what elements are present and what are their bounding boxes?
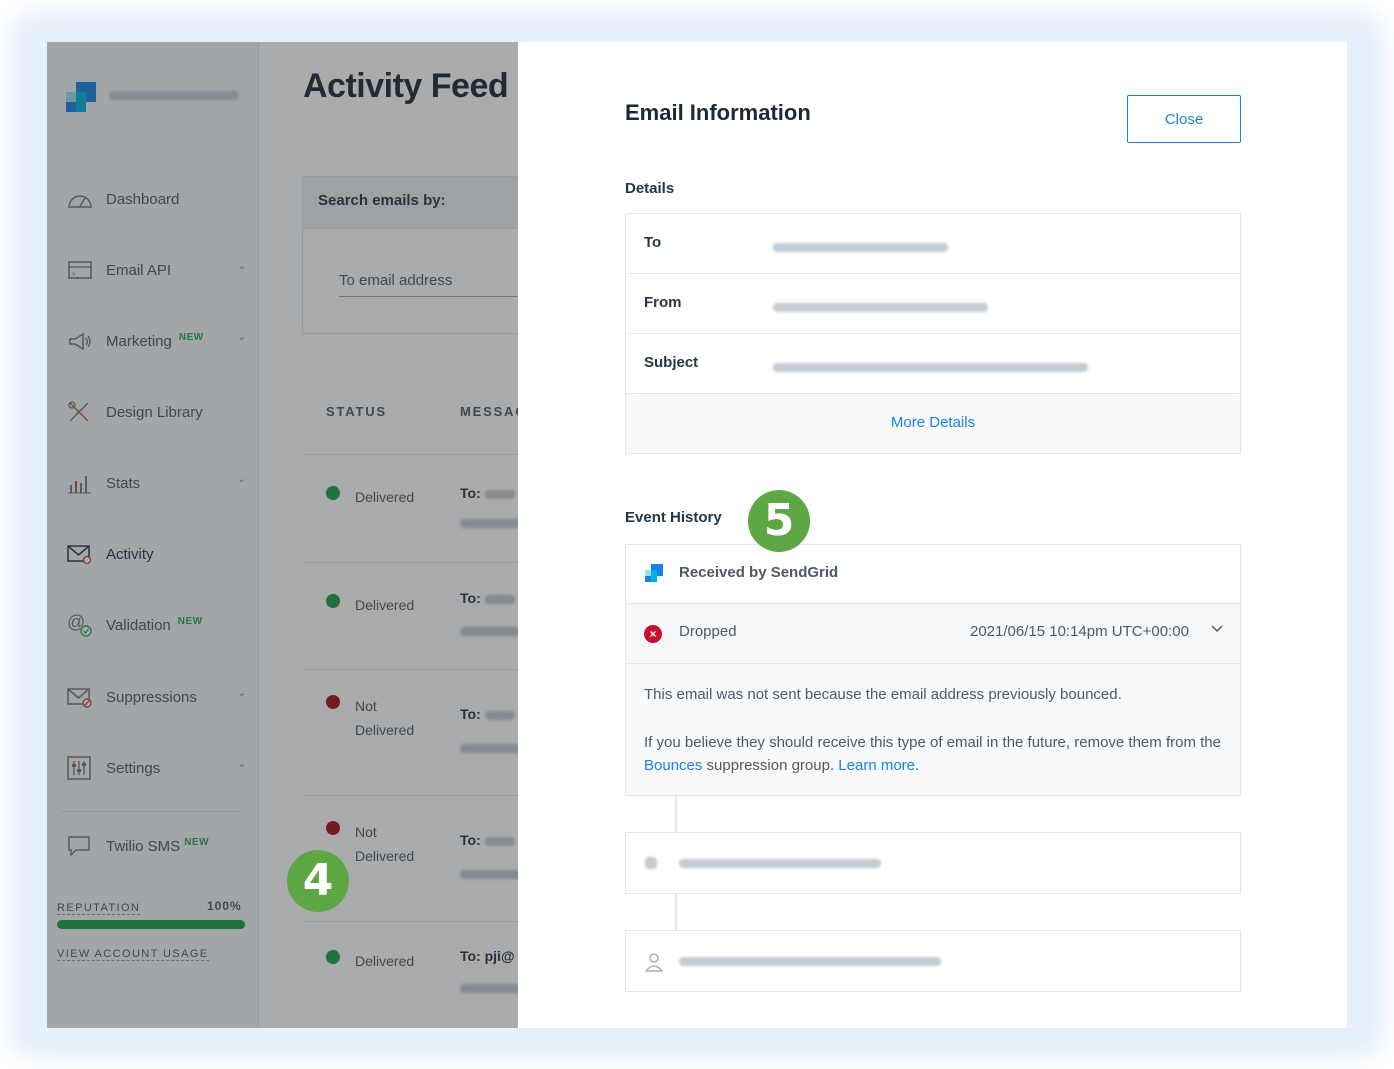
redacted-text xyxy=(773,363,1088,372)
detail-key: To xyxy=(644,234,662,251)
event-label: Received by SendGrid xyxy=(679,564,839,581)
event-label: Dropped xyxy=(679,623,737,640)
description-line: This email was not sent because the emai… xyxy=(644,686,1122,703)
error-icon: × xyxy=(644,625,662,643)
redacted-text xyxy=(679,957,941,966)
more-details-link[interactable]: More Details xyxy=(626,394,1240,453)
event-timestamp: 2021/06/15 10:14pm UTC+00:00 xyxy=(970,623,1189,640)
detail-key: From xyxy=(644,294,682,311)
details-heading: Details xyxy=(625,180,675,197)
detail-key: Subject xyxy=(644,354,699,371)
chevron-down-icon[interactable] xyxy=(1210,622,1224,636)
email-information-panel: Email Information Close Details To From … xyxy=(518,42,1347,1028)
sendgrid-icon xyxy=(645,564,663,582)
event-received: Received by SendGrid xyxy=(625,544,1241,604)
detail-row-from: From xyxy=(626,274,1240,334)
event-dropped-header[interactable]: × Dropped 2021/06/15 10:14pm UTC+00:00 xyxy=(625,604,1241,664)
description-line: If you believe they should receive this … xyxy=(644,731,1222,777)
step-badge-5: 5 xyxy=(748,490,810,552)
timeline-connector xyxy=(675,894,677,930)
redacted-text xyxy=(773,303,988,312)
app-window: Dashboard >_ Email API ⌄ Marketing NEW ⌄… xyxy=(47,42,1347,1028)
step-badge-4: 4 xyxy=(287,850,349,912)
modal-backdrop[interactable] xyxy=(47,42,518,1028)
redacted-text xyxy=(773,243,948,252)
event-redacted xyxy=(625,832,1241,894)
description-text: suppression group. xyxy=(702,757,839,774)
learn-more-link[interactable]: Learn more xyxy=(838,757,915,774)
redacted-text xyxy=(679,859,881,868)
user-icon xyxy=(644,952,664,977)
bounces-link[interactable]: Bounces xyxy=(644,757,702,774)
event-redacted xyxy=(625,930,1241,992)
event-history-heading: Event History xyxy=(625,509,722,526)
description-text: . xyxy=(915,757,920,774)
description-text: If you believe they should receive this … xyxy=(644,734,1221,751)
event-dropped-description: This email was not sent because the emai… xyxy=(625,664,1241,796)
redacted-icon xyxy=(645,857,657,869)
panel-title: Email Information xyxy=(625,100,811,125)
detail-row-to: To xyxy=(626,214,1240,274)
close-button[interactable]: Close xyxy=(1127,95,1241,143)
details-table: To From Subject More Details xyxy=(625,213,1241,454)
timeline-connector xyxy=(675,796,677,832)
detail-row-subject: Subject xyxy=(626,334,1240,394)
